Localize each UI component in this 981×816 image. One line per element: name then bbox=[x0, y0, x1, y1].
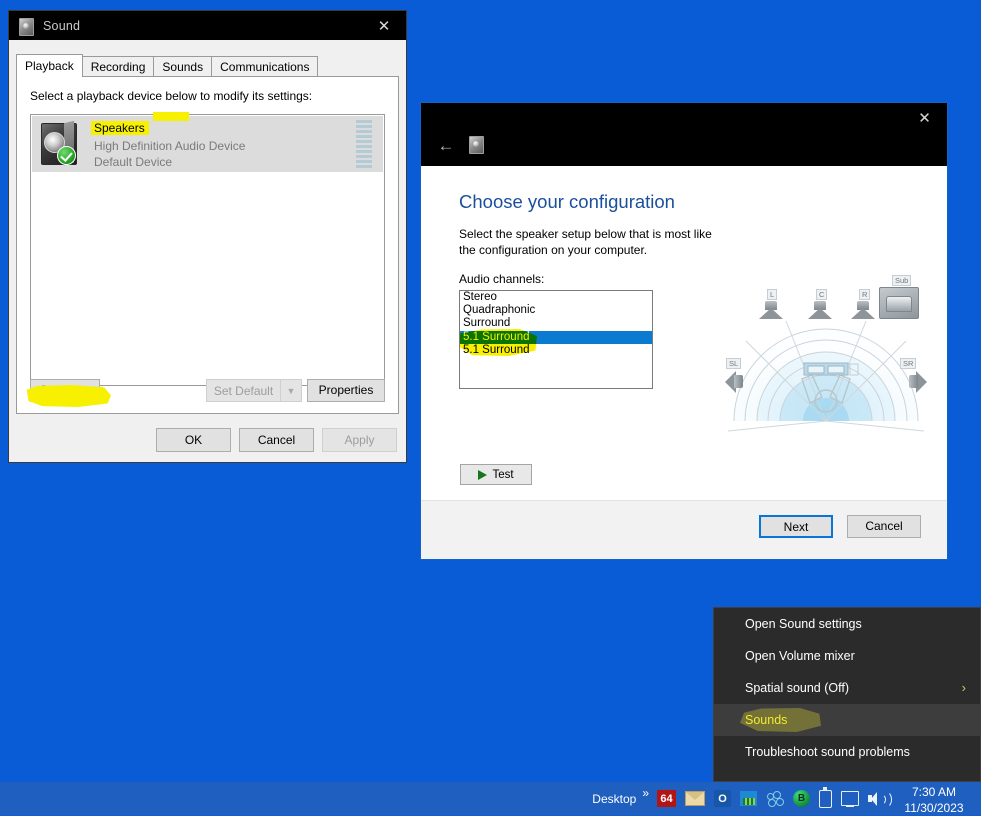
sound-dialog-title: Sound bbox=[43, 19, 80, 33]
next-button[interactable]: Next bbox=[759, 515, 833, 538]
tray-expand-icon[interactable]: » bbox=[642, 786, 649, 800]
test-button[interactable]: Test bbox=[460, 464, 532, 485]
label-right-speaker: R bbox=[859, 289, 870, 300]
playback-device-list[interactable]: Speakers High Definition Audio Device De… bbox=[30, 114, 385, 386]
tab-sounds[interactable]: Sounds bbox=[153, 56, 212, 77]
taskbar: Desktop » 64 O B 7:30 AM 11/30 bbox=[0, 782, 981, 815]
wizard-cancel-button[interactable]: Cancel bbox=[847, 515, 921, 538]
usb-eject-icon[interactable] bbox=[819, 790, 832, 808]
sound-dialog-titlebar: Sound ✕ bbox=[9, 11, 406, 40]
apply-button: Apply bbox=[322, 428, 397, 452]
list-item-selected[interactable]: 5.1 Surround bbox=[460, 331, 652, 344]
ok-button[interactable]: OK bbox=[156, 428, 231, 452]
list-item[interactable]: Surround bbox=[460, 317, 652, 330]
speaker-icon bbox=[17, 17, 35, 35]
clock-date: 11/30/2023 bbox=[897, 801, 971, 816]
list-item[interactable]: Quadraphonic bbox=[460, 304, 652, 317]
configure-highlight-marker bbox=[25, 385, 111, 407]
device-name-highlight-extra bbox=[153, 112, 189, 121]
menu-item-sounds-label: Sounds bbox=[745, 713, 787, 727]
speaker-icon bbox=[469, 136, 487, 154]
back-arrow-icon[interactable]: ← bbox=[433, 133, 459, 159]
menu-item-troubleshoot[interactable]: Troubleshoot sound problems bbox=[714, 736, 980, 768]
list-item[interactable]: Speakers High Definition Audio Device De… bbox=[32, 116, 383, 172]
wizard-description: Select the speaker setup below that is m… bbox=[459, 226, 714, 258]
tab-playback[interactable]: Playback bbox=[16, 54, 83, 77]
green-app-icon[interactable]: B bbox=[793, 790, 810, 807]
properties-button[interactable]: Properties bbox=[307, 379, 385, 402]
speaker-left[interactable] bbox=[759, 301, 783, 319]
tab-communications[interactable]: Communications bbox=[211, 56, 318, 77]
sound-dialog-tabs: Playback Recording Sounds Communications bbox=[16, 55, 399, 77]
tab-recording[interactable]: Recording bbox=[82, 56, 155, 77]
menu-item-open-volume-mixer[interactable]: Open Volume mixer bbox=[714, 640, 980, 672]
menu-item-spatial-sound[interactable]: Spatial sound (Off) › bbox=[714, 672, 980, 704]
clock-time: 7:30 AM bbox=[897, 785, 971, 800]
label-subwoofer: Sub bbox=[892, 275, 911, 286]
page-title: Choose your configuration bbox=[459, 191, 675, 213]
speaker-right[interactable] bbox=[851, 301, 875, 319]
speaker-subwoofer[interactable] bbox=[879, 287, 919, 319]
speaker-surround-right[interactable] bbox=[909, 368, 927, 394]
speaker-layout-diagram[interactable]: L C R Sub SL SR bbox=[724, 271, 929, 436]
network-monitor-icon[interactable] bbox=[841, 791, 859, 806]
cancel-button[interactable]: Cancel bbox=[239, 428, 314, 452]
device-driver-label: High Definition Audio Device bbox=[91, 139, 356, 153]
wizard-footer: Next Cancel bbox=[421, 500, 947, 559]
menu-item-sounds[interactable]: Sounds bbox=[714, 704, 980, 736]
wizard-body: Choose your configuration Select the spe… bbox=[421, 166, 947, 559]
play-icon bbox=[478, 470, 487, 480]
menu-item-open-sound-settings[interactable]: Open Sound settings bbox=[714, 608, 980, 640]
default-device-check-icon bbox=[57, 146, 76, 165]
label-center-speaker: C bbox=[816, 289, 827, 300]
sound-tray-context-menu: Open Sound settings Open Volume mixer Sp… bbox=[713, 607, 981, 782]
app-64-icon[interactable]: 64 bbox=[657, 790, 676, 807]
device-name-label: Speakers bbox=[91, 121, 149, 135]
speaker-surround-left[interactable] bbox=[725, 368, 743, 394]
speaker-center[interactable] bbox=[808, 301, 832, 319]
desktop-background: Sound ✕ Playback Recording Sounds Commun… bbox=[0, 0, 981, 815]
set-default-label: Set Default bbox=[207, 384, 280, 398]
label-left-speaker: L bbox=[767, 289, 777, 300]
device-text-block: Speakers High Definition Audio Device De… bbox=[91, 119, 356, 169]
taskbar-clock[interactable]: 7:30 AM 11/30/2023 bbox=[897, 786, 971, 816]
list-item[interactable]: Stereo bbox=[460, 291, 652, 304]
dialog-button-row: OK Cancel Apply bbox=[156, 428, 397, 452]
list-item[interactable]: 5.1 Surround bbox=[460, 344, 652, 357]
test-button-label: Test bbox=[492, 469, 513, 481]
sound-dialog-body: Playback Recording Sounds Communications… bbox=[9, 40, 406, 462]
outlook-icon[interactable]: O bbox=[714, 790, 731, 807]
menu-item-spatial-sound-label: Spatial sound (Off) bbox=[745, 681, 849, 695]
speaker-setup-window: ✕ ← Choose your configuration Select the… bbox=[420, 102, 948, 560]
audio-channels-listbox[interactable]: Stereo Quadraphonic Surround 5.1 Surroun… bbox=[459, 290, 653, 389]
playback-prompt-label: Select a playback device below to modify… bbox=[30, 89, 312, 103]
close-icon[interactable]: ✕ bbox=[902, 103, 947, 133]
device-status-label: Default Device bbox=[91, 155, 356, 169]
sound-dialog-window: Sound ✕ Playback Recording Sounds Commun… bbox=[8, 10, 407, 463]
bubbles-icon[interactable] bbox=[766, 791, 784, 807]
chevron-right-icon: › bbox=[962, 672, 966, 704]
volume-meter bbox=[356, 120, 372, 168]
wizard-titlebar: ✕ ← bbox=[421, 103, 947, 166]
audio-channels-label: Audio channels: bbox=[459, 272, 544, 286]
chevron-down-icon[interactable]: ▼ bbox=[280, 380, 301, 401]
tray-icons: 64 O B bbox=[657, 790, 887, 808]
speaker-device-icon bbox=[39, 121, 81, 167]
show-desktop-label[interactable]: Desktop bbox=[592, 792, 636, 806]
mail-icon[interactable] bbox=[685, 791, 705, 806]
set-default-button[interactable]: Set Default ▼ bbox=[206, 379, 302, 402]
teams-icon[interactable] bbox=[740, 791, 757, 806]
close-icon[interactable]: ✕ bbox=[362, 11, 406, 40]
volume-icon[interactable] bbox=[868, 791, 887, 807]
playback-tab-page: Select a playback device below to modify… bbox=[16, 76, 399, 414]
